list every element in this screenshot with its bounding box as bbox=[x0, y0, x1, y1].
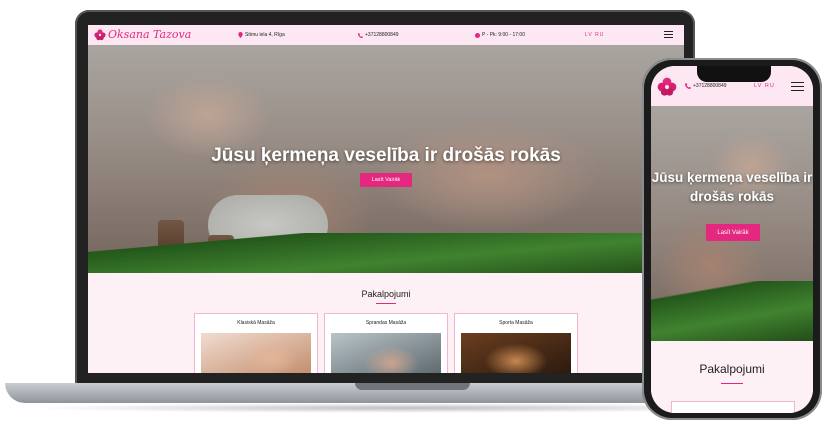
hamburger-menu-icon[interactable] bbox=[791, 82, 804, 91]
hours-text: P - Pk: 9:00 - 17:00 bbox=[482, 32, 525, 38]
service-card[interactable]: Klasiskā Masāža bbox=[194, 313, 318, 373]
language-switch: LV RU bbox=[585, 32, 604, 38]
phone-hero-section: Jūsu ķermeņa veselība ir drošās rokās La… bbox=[651, 106, 813, 341]
phone-icon bbox=[685, 83, 691, 89]
phone-icon bbox=[358, 32, 363, 38]
service-card[interactable]: Sporta Masāža bbox=[454, 313, 578, 373]
read-more-button[interactable]: Lasīt Vairāk bbox=[706, 224, 760, 241]
clock-icon bbox=[475, 32, 480, 38]
phone-text[interactable]: +37128800849 bbox=[693, 83, 727, 89]
phone-notch bbox=[697, 66, 771, 82]
address-link[interactable]: Stirnu iela 4, Rīga bbox=[238, 32, 285, 38]
laptop-hinge bbox=[355, 383, 470, 390]
services-title: Pakalpojumi bbox=[699, 362, 765, 376]
phone-screen: +37128800849 LV RU Jūsu ķermeņa veselība… bbox=[651, 66, 813, 413]
lang-lv-link[interactable]: LV bbox=[585, 32, 593, 38]
language-switch: LV RU bbox=[754, 83, 775, 89]
title-underline bbox=[376, 303, 396, 304]
service-card-image bbox=[201, 333, 311, 373]
read-more-button[interactable]: Lasīt Vairāk bbox=[360, 173, 412, 187]
laptop-screen: Oksana Tazova Stirnu iela 4, Rīga +37128… bbox=[88, 25, 684, 373]
service-card[interactable] bbox=[671, 401, 795, 413]
phone-text: +37128800849 bbox=[365, 32, 399, 38]
address-text: Stirnu iela 4, Rīga bbox=[245, 32, 285, 38]
opening-hours: P - Pk: 9:00 - 17:00 bbox=[475, 32, 525, 38]
top-navbar: Oksana Tazova Stirnu iela 4, Rīga +37128… bbox=[88, 25, 684, 45]
service-card-image bbox=[461, 333, 571, 373]
title-underline bbox=[721, 383, 743, 385]
hero-section: Jūsu ķermeņa veselība ir drošās rokās La… bbox=[88, 45, 684, 273]
services-title: Pakalpojumi bbox=[361, 289, 411, 299]
hero-title: Jūsu ķermeņa veselība ir drošās rokās bbox=[651, 170, 813, 204]
hamburger-menu-icon[interactable] bbox=[664, 31, 673, 38]
service-card-title: Klasiskā Masāža bbox=[237, 320, 275, 326]
services-section: Pakalpojumi Klasiskā Masāža Sprandas Mas… bbox=[88, 273, 684, 373]
phone-link[interactable]: +37128800849 bbox=[358, 32, 399, 38]
phone-services-section: Pakalpojumi bbox=[651, 341, 813, 413]
service-card-title: Sprandas Masāža bbox=[365, 320, 407, 326]
location-pin-icon bbox=[238, 32, 243, 38]
orchid-logo-icon[interactable] bbox=[657, 77, 677, 97]
service-card-image bbox=[331, 333, 441, 373]
lang-ru-link[interactable]: RU bbox=[765, 83, 775, 89]
lang-ru-link[interactable]: RU bbox=[595, 32, 604, 38]
service-card[interactable]: Sprandas Masāža bbox=[324, 313, 448, 373]
service-card-title: Sporta Masāža bbox=[499, 320, 533, 326]
brand-logo[interactable]: Oksana Tazova bbox=[94, 28, 191, 41]
brand-name: Oksana Tazova bbox=[108, 28, 192, 41]
orchid-logo-icon bbox=[94, 28, 106, 40]
lang-lv-link[interactable]: LV bbox=[754, 83, 762, 89]
hero-title: Jūsu ķermeņa veselība ir drošās rokās bbox=[211, 145, 561, 166]
